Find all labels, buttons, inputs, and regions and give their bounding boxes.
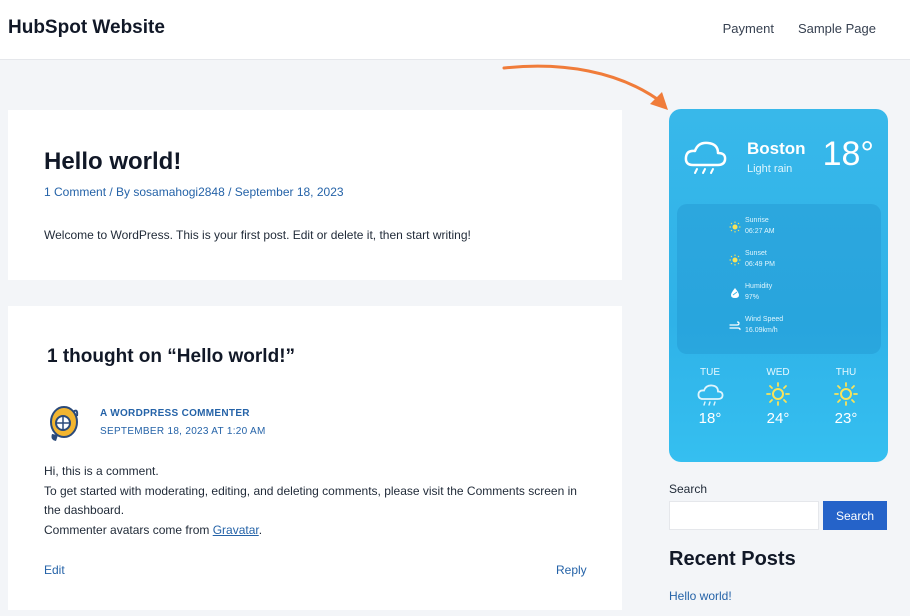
meta-separator: / [224,185,235,199]
comment-author[interactable]: A WORDPRESS COMMENTER [100,408,250,419]
forecast-day-thu: THU 23° [824,367,868,427]
weather-details-panel: Sunrise 06:27 AM Sunset 06:49 PM Humidit… [677,204,881,354]
comments-card: 1 thought on “Hello world!” A WORDPRESS … [8,306,622,610]
cloud-rain-icon [684,141,727,174]
weather-detail-label: Sunset [745,250,767,257]
forecast-day-label: TUE [700,367,720,378]
weather-detail-value: 06:49 PM [745,261,775,268]
comment-text-span: . [258,522,263,537]
site-header: HubSpot Website Payment Sample Page [0,0,910,60]
weather-detail-label: Wind Speed [745,316,784,323]
post-body: Welcome to WordPress. This is your first… [44,228,471,242]
weather-widget: Boston Light rain 18° Sunrise 06:27 AM S… [669,109,888,462]
sun-icon [834,382,858,406]
weather-city: Boston [747,139,806,158]
post-date-link[interactable]: September 18, 2023 [235,185,344,199]
post-title[interactable]: Hello world! [44,148,181,176]
weather-condition: Light rain [747,163,793,175]
forecast-day-label: WED [766,367,790,378]
weather-detail-value: 97% [745,294,760,301]
comment-edit-link[interactable]: Edit [44,563,65,577]
sunrise-icon [729,221,741,233]
nav-item-sample-page[interactable]: Sample Page [798,21,876,36]
weather-detail-label: Sunrise [745,217,769,224]
comment-text: Hi, this is a comment. To get started wi… [44,462,584,540]
weather-detail-value: 06:27 AM [745,228,775,235]
weather-temperature: 18° [822,135,874,173]
nav-item-payment[interactable]: Payment [723,21,774,36]
commenter-avatar [50,406,79,441]
comment-reply-link[interactable]: Reply [556,563,587,577]
site-title[interactable]: HubSpot Website [8,17,165,39]
recent-posts-heading: Recent Posts [669,548,796,570]
forecast-day-label: THU [835,367,857,378]
sunset-icon [729,254,741,266]
forecast-temp: 18° [698,410,722,427]
comment-line: Commenter avatars come from Gravatar. [44,521,584,541]
weather-detail-label: Humidity [745,283,773,290]
search-label: Search [669,482,708,496]
comment-line: To get started with moderating, editing,… [44,483,577,518]
forecast-day-wed: WED 24° [756,367,800,427]
wind-icon [729,321,741,331]
comment-text-span: Commenter avatars come from [44,522,213,537]
comment-date[interactable]: SEPTEMBER 18, 2023 AT 1:20 AM [100,426,266,437]
post-author-link[interactable]: sosamahogi2848 [133,185,224,199]
post-card: Hello world! 1 Comment / By sosamahogi28… [8,110,622,280]
post-meta: 1 Comment / By sosamahogi2848 / Septembe… [44,185,344,199]
comment-line: Hi, this is a comment. [44,464,159,478]
weather-detail-value: 16.09km/h [745,327,778,334]
search-input[interactable] [669,501,819,530]
post-comments-link[interactable]: 1 Comment [44,185,106,199]
search-button[interactable]: Search [823,501,887,530]
forecast-temp: 23° [834,410,858,427]
sun-icon [766,382,790,406]
primary-nav: Payment Sample Page [723,21,876,36]
forecast-temp: 24° [766,410,790,427]
forecast-day-tue: TUE 18° [688,367,732,427]
cloud-rain-icon [697,384,724,406]
recent-post-link[interactable]: Hello world! [669,589,732,603]
humidity-icon [731,288,739,298]
gravatar-link[interactable]: Gravatar [213,523,259,537]
comments-heading: 1 thought on “Hello world!” [47,346,296,367]
meta-separator: / By [106,185,134,199]
